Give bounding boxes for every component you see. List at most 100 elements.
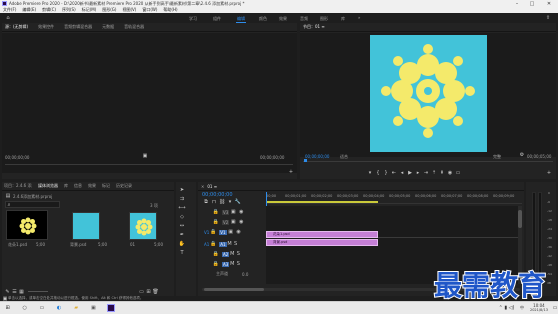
export-frame-icon[interactable]: ◉	[446, 170, 454, 176]
snap-icon[interactable]: ⊓	[210, 199, 218, 205]
timeline-settings-icon[interactable]: 🔧	[234, 199, 242, 205]
mark-out-icon[interactable]: }	[382, 170, 390, 176]
system-tray-icons[interactable]: ⌃ ▮ ◁)	[495, 302, 518, 314]
hand-tool-icon[interactable]: ✋	[178, 240, 186, 248]
lock-icon[interactable]: 🔒	[212, 219, 220, 225]
tab-project[interactable]: 项目：2.4.6 添加素材	[4, 183, 32, 189]
wrench-icon[interactable]: ⚙	[519, 152, 525, 158]
extract-icon[interactable]: ⇞	[438, 170, 446, 176]
playhead-marker[interactable]	[304, 159, 307, 162]
work-area-bar[interactable]	[266, 201, 378, 203]
workspace-tab-assembly[interactable]: 组件	[213, 16, 221, 22]
search-icon[interactable]: ○	[20, 302, 29, 314]
track-select-tool-icon[interactable]: ⇉	[178, 195, 186, 203]
eye-icon[interactable]: ◉	[237, 219, 245, 225]
workspace-tab-libraries[interactable]: 库	[341, 16, 345, 22]
quick-export-icon[interactable]: ⇪	[544, 14, 552, 22]
task-view-icon[interactable]: ▭	[37, 302, 46, 314]
workspace-tab-audio[interactable]: 音频	[300, 16, 308, 22]
go-to-in-icon[interactable]: ⇤	[390, 170, 398, 176]
lock-icon[interactable]: 🔒	[209, 229, 217, 235]
tab-effects[interactable]: 效果	[88, 183, 96, 189]
timeline-sequence-tab[interactable]: 01 ≡	[207, 184, 217, 189]
tab-effect-controls[interactable]: 效果控件	[38, 24, 54, 30]
tab-markers[interactable]: 标记	[102, 183, 110, 189]
time-ruler[interactable]: 00;00 00;00;01;00 00;00;02;00 00;00;03;0…	[266, 192, 522, 282]
lock-icon[interactable]: 🔒	[212, 251, 220, 257]
slip-tool-icon[interactable]: ↔	[178, 222, 186, 230]
eye-icon[interactable]: ◉	[235, 229, 243, 235]
solo-icon[interactable]: S	[235, 261, 241, 267]
nest-icon[interactable]: ⧉	[202, 199, 210, 205]
workspace-more-button[interactable]: »	[358, 15, 360, 20]
step-forward-icon[interactable]: ▸	[414, 170, 422, 176]
zoom-slider[interactable]	[28, 291, 48, 292]
add-marker-icon[interactable]: ▾	[226, 199, 234, 205]
program-add-button[interactable]: +	[546, 170, 552, 176]
program-scrub-bar[interactable]	[303, 161, 553, 162]
master-volume[interactable]: 0.0	[242, 272, 248, 277]
sync-lock-icon[interactable]: ▣	[229, 209, 237, 215]
premiere-taskbar-icon[interactable]	[106, 302, 115, 314]
linked-selection-icon[interactable]: ⛓	[218, 199, 226, 205]
timeline-clip[interactable]: 花朵1.psd	[266, 231, 378, 238]
trash-icon[interactable]: 🗑	[152, 289, 159, 295]
lock-icon[interactable]: 🔒	[209, 241, 217, 247]
program-quality-select[interactable]: 完整	[493, 154, 501, 160]
notification-icon[interactable]: ▭	[552, 302, 558, 314]
pen-tool-icon[interactable]: ✒	[178, 231, 186, 239]
eye-icon[interactable]: ◉	[237, 209, 245, 215]
workspace-tab-graphics[interactable]: 图形	[320, 16, 328, 22]
ripple-edit-tool-icon[interactable]: ⟷	[178, 204, 186, 212]
workspace-tab-effects[interactable]: 效果	[279, 16, 287, 22]
program-monitor-title[interactable]: 节目：01 ≡	[303, 24, 325, 30]
solo-icon[interactable]: S	[235, 251, 241, 257]
timeline-close-icon[interactable]: ✕	[201, 184, 204, 189]
new-item-icon[interactable]: ⊞	[145, 289, 152, 295]
tab-metadata[interactable]: 元数据	[102, 24, 114, 30]
project-search[interactable]: ⌕	[5, 201, 60, 208]
icon-view-icon[interactable]: ▦	[18, 289, 25, 295]
list-view-icon[interactable]: ☰	[11, 289, 18, 295]
minimize-button[interactable]: –	[510, 0, 524, 7]
scroll-thumb[interactable]	[204, 288, 264, 291]
sync-lock-icon[interactable]: ▣	[227, 229, 235, 235]
lock-icon[interactable]: 🔒	[212, 261, 220, 267]
tab-audio-track-mixer[interactable]: 音轨混合器	[124, 24, 144, 30]
selection-tool-icon[interactable]: ➤	[178, 186, 186, 194]
play-icon[interactable]: ▶	[406, 170, 414, 176]
timeline-timecode[interactable]: 00;00;00;00	[202, 192, 233, 198]
source-scrub-bar[interactable]	[5, 164, 293, 165]
razor-tool-icon[interactable]: ◇	[178, 213, 186, 221]
program-timecode[interactable]: 00;00;00;00	[305, 154, 329, 159]
comparison-view-icon[interactable]: ▭	[454, 170, 462, 176]
source-settings-icon[interactable]: ▣	[142, 153, 148, 159]
tab-audio-clip-mixer[interactable]: 音频剪辑混合器	[64, 24, 92, 30]
close-button[interactable]: ✕	[541, 0, 557, 7]
maximize-button[interactable]: □	[525, 0, 539, 7]
file-explorer-icon[interactable]: ▰	[72, 302, 81, 314]
type-tool-icon[interactable]: T	[178, 249, 186, 257]
project-item[interactable]: 花朵1.psd 5;00	[6, 210, 48, 250]
add-marker-icon[interactable]: ▾	[366, 170, 374, 176]
windows-start-icon[interactable]: ⊞	[3, 302, 12, 314]
tab-info[interactable]: 信息	[74, 183, 82, 189]
tab-media-browser[interactable]: 媒体浏览器	[38, 183, 58, 189]
project-item[interactable]: 背景.psd 5;00	[68, 210, 110, 250]
ime-indicator[interactable]: 中	[520, 305, 524, 311]
lift-icon[interactable]: ⇡	[430, 170, 438, 176]
go-to-out-icon[interactable]: ⇥	[422, 170, 430, 176]
scroll-thumb[interactable]	[518, 210, 522, 228]
timeline-clip[interactable]: 背景.psd	[266, 239, 378, 246]
tab-history[interactable]: 历史记录	[116, 183, 132, 189]
new-bin-icon[interactable]: ▭	[138, 289, 145, 295]
edge-browser-icon[interactable]: ◐	[54, 302, 63, 314]
step-back-icon[interactable]: ◂	[398, 170, 406, 176]
tab-libraries[interactable]: 库	[64, 183, 68, 189]
pencil-icon[interactable]: ✎	[4, 289, 11, 295]
project-item[interactable]: 01 5;00	[124, 210, 166, 250]
lock-icon[interactable]: 🔒	[212, 209, 220, 215]
source-add-button[interactable]: +	[288, 169, 294, 175]
workspace-tab-learn[interactable]: 学习	[189, 16, 197, 22]
tab-source[interactable]: 源：(无剪辑)	[5, 24, 28, 30]
